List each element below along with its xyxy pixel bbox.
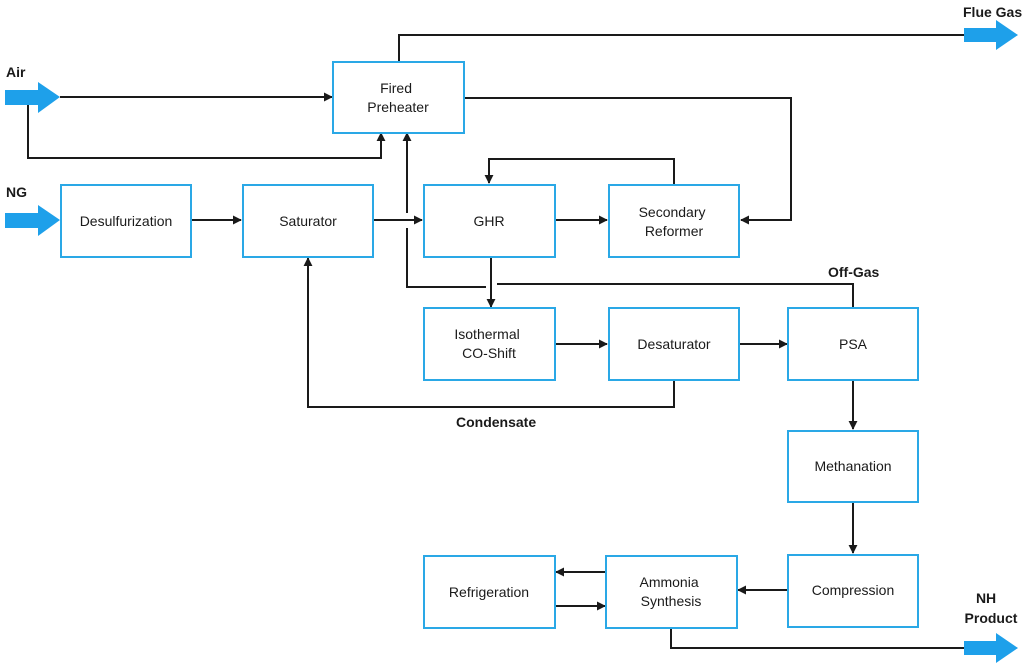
ng-inlet-arrow-icon xyxy=(5,205,60,236)
nh-product-label: NH Product xyxy=(965,590,1018,626)
psa-off-gas-line xyxy=(497,283,854,308)
refrigeration-label: Refrigeration xyxy=(449,584,529,600)
air-inlet-arrow-icon xyxy=(5,82,60,113)
condensate-label: Condensate xyxy=(456,414,536,430)
saturator-label: Saturator xyxy=(279,213,337,229)
nh-product-outlet-arrow-icon xyxy=(964,633,1018,663)
air-bypass-line xyxy=(27,97,386,159)
secondary-reformer-to-ghr-line xyxy=(484,158,675,184)
preheater-to-flue-gas-line xyxy=(398,34,965,62)
off-gas-label: Off-Gas xyxy=(828,264,880,280)
psa-label: PSA xyxy=(839,336,868,352)
flue-gas-outlet-arrow-icon xyxy=(964,20,1018,50)
ng-label: NG xyxy=(6,184,27,200)
desaturator-label: Desaturator xyxy=(637,336,710,352)
flue-gas-label: Flue Gas xyxy=(963,4,1022,20)
process-flow-diagram: Fired Preheater Desulfurization Saturato… xyxy=(5,4,1022,663)
compression-label: Compression xyxy=(812,582,894,598)
ghr-label: GHR xyxy=(473,213,504,229)
desulfurization-label: Desulfurization xyxy=(80,213,173,229)
box-isothermal-co-shift[interactable] xyxy=(423,307,556,381)
box-secondary-reformer[interactable] xyxy=(608,184,740,258)
synthesis-to-product-line xyxy=(670,628,965,649)
box-fired-preheater[interactable] xyxy=(332,61,465,134)
methanation-label: Methanation xyxy=(814,458,891,474)
air-label: Air xyxy=(6,64,26,80)
box-ammonia-synthesis[interactable] xyxy=(605,555,738,629)
